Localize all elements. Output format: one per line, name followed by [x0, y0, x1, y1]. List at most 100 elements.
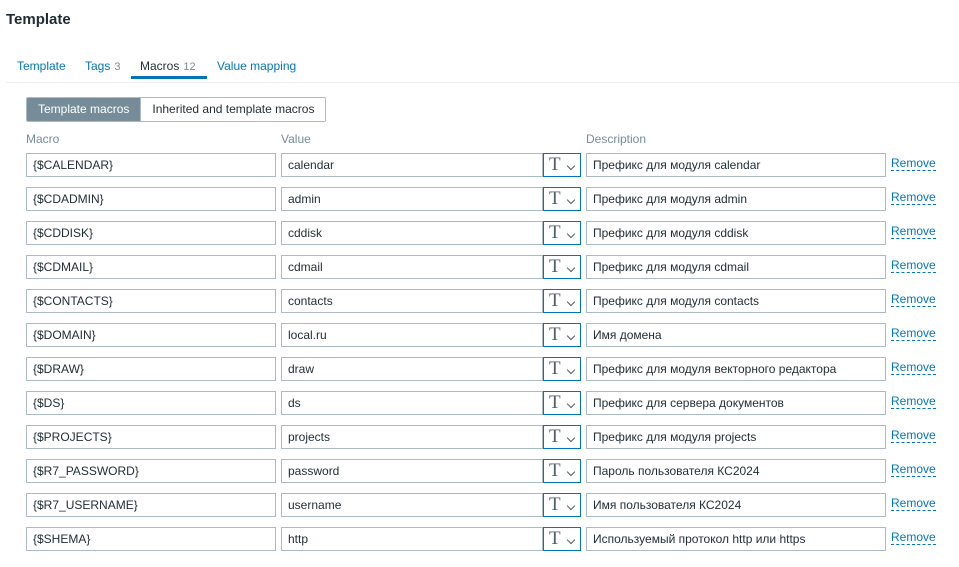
macro-value-input[interactable]: calendar	[281, 153, 543, 177]
macro-row: {$PROJECTS} projects T Префикс для модуля p…	[0, 425, 959, 449]
value-type-button[interactable]: T	[543, 221, 581, 245]
macro-value-input[interactable]: admin	[281, 187, 543, 211]
chevron-down-icon	[566, 365, 576, 375]
macro-row: {$CALENDAR} calendar T Префикс для модуля c…	[0, 153, 959, 177]
value-type-button[interactable]: T	[543, 391, 581, 415]
tab-label: Value mapping	[217, 59, 297, 73]
macro-view-switch: Template macros Inherited and template m…	[26, 97, 327, 122]
macro-name-input[interactable]: {$CDDISK}	[26, 221, 276, 245]
macro-row: {$R7_PASSWORD} password T Пароль пользовате…	[0, 459, 959, 483]
macro-name-input[interactable]: {$CALENDAR}	[26, 153, 276, 177]
macro-name-input[interactable]: {$DOMAIN}	[26, 323, 276, 347]
macro-description-input[interactable]: Префикс для модуля contacts	[586, 289, 886, 313]
tab-macros[interactable]: Macros 12	[131, 52, 207, 79]
macro-description-input[interactable]: Имя домена	[586, 323, 886, 347]
remove-button[interactable]: Remove	[891, 292, 936, 307]
remove-button[interactable]: Remove	[891, 496, 936, 511]
macro-value-input[interactable]: cddisk	[281, 221, 543, 245]
macro-row: {$CDDISK} cddisk T Префикс для модуля cddis…	[0, 221, 959, 245]
macro-description-input[interactable]: Имя пользователя КС2024	[586, 493, 886, 517]
macro-name-input[interactable]: {$SHEMA}	[26, 527, 276, 551]
tab-value-mapping[interactable]: Value mapping	[217, 52, 296, 81]
macro-description-input[interactable]: Префикс для модуля admin	[586, 187, 886, 211]
inherited-macros-button[interactable]: Inherited and template macros	[140, 98, 326, 121]
column-header-description: Description	[586, 132, 647, 146]
value-type-button[interactable]: T	[543, 459, 581, 483]
macro-description-input[interactable]: Используемый протокол http или https	[586, 527, 886, 551]
chevron-down-icon	[566, 399, 576, 409]
macro-description-input[interactable]: Пароль пользователя КС2024	[586, 459, 886, 483]
macro-name-input[interactable]: {$CDMAIL}	[26, 255, 276, 279]
remove-button[interactable]: Remove	[891, 326, 936, 341]
template-macros-button[interactable]: Template macros	[27, 98, 141, 121]
remove-button[interactable]: Remove	[891, 360, 936, 375]
remove-button[interactable]: Remove	[891, 530, 936, 545]
macro-name-input[interactable]: {$DS}	[26, 391, 276, 415]
tab-bar: Template Tags 3 Macros 12 Value mapping	[6, 52, 959, 83]
macro-value-input[interactable]: draw	[281, 357, 543, 381]
macro-value-input[interactable]: username	[281, 493, 543, 517]
macro-name-input[interactable]: {$R7_PASSWORD}	[26, 459, 276, 483]
value-type-button[interactable]: T	[543, 187, 581, 211]
macro-name-input[interactable]: {$DRAW}	[26, 357, 276, 381]
page-title: Template	[6, 11, 71, 28]
text-type-icon: T	[549, 154, 561, 175]
value-type-button[interactable]: T	[543, 153, 581, 177]
remove-button[interactable]: Remove	[891, 394, 936, 409]
macro-value-input[interactable]: http	[281, 527, 543, 551]
macro-row: {$R7_USERNAME} username T Имя пользователя …	[0, 493, 959, 517]
macro-name-input[interactable]: {$R7_USERNAME}	[26, 493, 276, 517]
macro-description-input[interactable]: Префикс для сервера документов	[586, 391, 886, 415]
value-type-button[interactable]: T	[543, 493, 581, 517]
text-type-icon: T	[549, 528, 561, 549]
chevron-down-icon	[566, 501, 576, 511]
remove-button[interactable]: Remove	[891, 462, 936, 477]
text-type-icon: T	[549, 188, 561, 209]
macro-description-input[interactable]: Префикс для модуля cdmail	[586, 255, 886, 279]
tab-tags[interactable]: Tags 3	[85, 52, 120, 81]
text-type-icon: T	[549, 324, 561, 345]
value-type-button[interactable]: T	[543, 425, 581, 449]
macro-name-input[interactable]: {$CONTACTS}	[26, 289, 276, 313]
macro-row: {$CDADMIN} admin T Префикс для модуля admin…	[0, 187, 959, 211]
chevron-down-icon	[566, 161, 576, 171]
chevron-down-icon	[566, 297, 576, 307]
remove-button[interactable]: Remove	[891, 190, 936, 205]
tab-template[interactable]: Template	[17, 52, 66, 81]
value-type-button[interactable]: T	[543, 527, 581, 551]
text-type-icon: T	[549, 494, 561, 515]
macro-description-input[interactable]: Префикс для модуля projects	[586, 425, 886, 449]
chevron-down-icon	[566, 331, 576, 341]
macro-value-input[interactable]: password	[281, 459, 543, 483]
tab-count: 12	[183, 61, 196, 73]
macro-description-input[interactable]: Префикс для модуля векторного редактора	[586, 357, 886, 381]
tab-label: Template	[17, 59, 66, 73]
macro-value-input[interactable]: contacts	[281, 289, 543, 313]
macro-description-input[interactable]: Префикс для модуля cddisk	[586, 221, 886, 245]
macro-name-input[interactable]: {$PROJECTS}	[26, 425, 276, 449]
macro-description-input[interactable]: Префикс для модуля calendar	[586, 153, 886, 177]
macro-value-input[interactable]: local.ru	[281, 323, 543, 347]
chevron-down-icon	[566, 229, 576, 239]
value-type-button[interactable]: T	[543, 357, 581, 381]
macro-name-input[interactable]: {$CDADMIN}	[26, 187, 276, 211]
value-type-button[interactable]: T	[543, 323, 581, 347]
chevron-down-icon	[566, 467, 576, 477]
tab-label: Tags	[85, 59, 111, 73]
macro-value-input[interactable]: projects	[281, 425, 543, 449]
remove-button[interactable]: Remove	[891, 156, 936, 171]
value-type-button[interactable]: T	[543, 255, 581, 279]
macro-row: {$SHEMA} http T Используемый протокол http …	[0, 527, 959, 551]
tab-count: 3	[114, 61, 121, 73]
chevron-down-icon	[566, 535, 576, 545]
text-type-icon: T	[549, 290, 561, 311]
macro-row: {$DOMAIN} local.ru T Имя домена Remove	[0, 323, 959, 347]
macro-row: {$CDMAIL} cdmail T Префикс для модуля cdmai…	[0, 255, 959, 279]
remove-button[interactable]: Remove	[891, 258, 936, 273]
remove-button[interactable]: Remove	[891, 428, 936, 443]
macro-value-input[interactable]: cdmail	[281, 255, 543, 279]
macro-value-input[interactable]: ds	[281, 391, 543, 415]
remove-button[interactable]: Remove	[891, 224, 936, 239]
column-header-macro: Macro	[26, 132, 60, 146]
value-type-button[interactable]: T	[543, 289, 581, 313]
